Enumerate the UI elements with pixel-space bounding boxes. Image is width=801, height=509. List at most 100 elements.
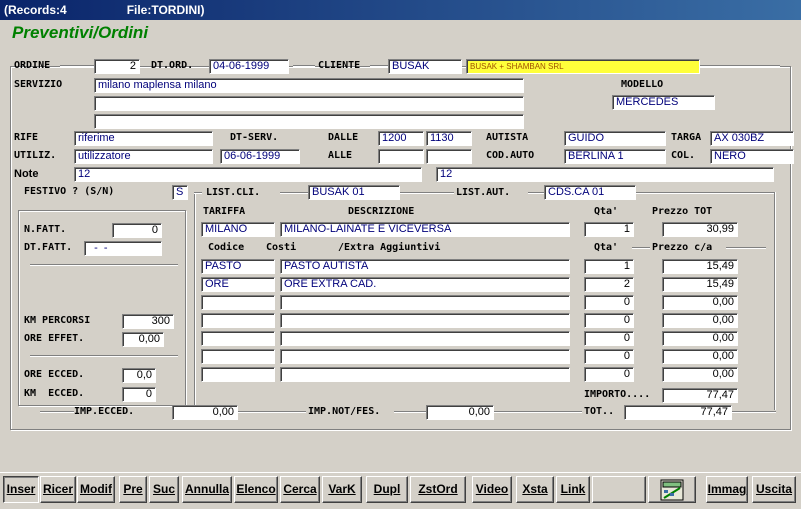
km-percorsi-field[interactable]: 300 [122, 314, 174, 329]
modello-field[interactable]: MERCEDES [612, 95, 715, 110]
alle-to-field[interactable] [426, 149, 472, 164]
extra-desc-field[interactable] [280, 313, 570, 328]
extra-desc-field[interactable]: PASTO AUTISTA [280, 259, 570, 274]
list-aut-field[interactable]: CDS.CA 01 [544, 185, 636, 200]
tariffa-code-field[interactable]: MILANO [201, 222, 275, 237]
n-fatt-field[interactable]: 0 [112, 223, 162, 238]
vark-button[interactable]: VarK [322, 476, 362, 503]
cod-auto-field[interactable]: BERLINA 1 [564, 149, 666, 164]
tariffa-desc-field[interactable]: MILANO-LAINATE E VICEVERSA [280, 222, 570, 237]
targa-field[interactable]: AX 030BZ [710, 131, 794, 146]
calculator-icon [660, 479, 684, 501]
tariffa-prezzo-field[interactable]: 30,99 [662, 222, 738, 237]
tariffa-header: TARIFFA [203, 206, 246, 217]
extra-header: /Extra Aggiuntivi [338, 242, 441, 253]
ore-ecced-field[interactable]: 0,0 [122, 368, 156, 383]
rife-label: RIFE [14, 132, 39, 143]
servizio-line-2[interactable] [94, 96, 524, 111]
extra-code-field[interactable] [201, 331, 275, 346]
extra-qta-field[interactable]: 0 [584, 349, 634, 364]
extra-code-field[interactable] [201, 313, 275, 328]
sep [774, 192, 776, 410]
extra-desc-field[interactable] [280, 295, 570, 310]
extra-prezzo-field[interactable]: 0,00 [662, 349, 738, 364]
extra-qta-field[interactable]: 0 [584, 367, 634, 382]
ricer-button[interactable]: Ricer [40, 476, 76, 503]
festivo-field[interactable]: S [172, 185, 188, 200]
extra-prezzo-field[interactable]: 0,00 [662, 295, 738, 310]
extra-qta-field[interactable]: 0 [584, 331, 634, 346]
cliente-name-field[interactable]: BUSAK + SHAMBAN SRL [466, 59, 700, 74]
video-button[interactable]: Video [472, 476, 512, 503]
sep [194, 192, 202, 194]
extra-code-field[interactable]: ORE [201, 277, 275, 292]
col-field[interactable]: NERO [710, 149, 794, 164]
blank-button[interactable] [592, 476, 646, 503]
uscita-button[interactable]: Uscita [752, 476, 796, 503]
dalle-from-field[interactable]: 1200 [378, 131, 424, 146]
importo-field[interactable]: 77,47 [662, 388, 738, 403]
sep [370, 65, 388, 67]
extra-desc-field[interactable] [280, 367, 570, 382]
immag-button[interactable]: Immag [706, 476, 748, 503]
suc-button[interactable]: Suc [149, 476, 179, 503]
alle-from-field[interactable] [378, 149, 424, 164]
extra-desc-field[interactable] [280, 349, 570, 364]
extra-code-field[interactable]: PASTO [201, 259, 275, 274]
list-cli-field[interactable]: BUSAK 01 [308, 185, 400, 200]
cerca-button[interactable]: Cerca [280, 476, 320, 503]
ordine-field[interactable]: 2 [94, 59, 140, 74]
utiliz-field[interactable]: utilizzatore [74, 149, 213, 164]
imp-ecced-label: IMP.ECCED. [74, 406, 135, 417]
codice-header: Codice [208, 242, 245, 253]
sep [528, 192, 544, 194]
extra-qta-field[interactable]: 0 [584, 313, 634, 328]
extra-desc-field[interactable] [280, 331, 570, 346]
zstord-button[interactable]: ZstOrd [410, 476, 466, 503]
note-field-2[interactable]: 12 [436, 167, 774, 182]
autista-field[interactable]: GUIDO [564, 131, 666, 146]
extra-qta-field[interactable]: 1 [584, 259, 634, 274]
extra-prezzo-field[interactable]: 0,00 [662, 367, 738, 382]
extra-qta-field[interactable]: 0 [584, 295, 634, 310]
dt-ord-field[interactable]: 04-06-1999 [209, 59, 289, 74]
utiliz-label: UTILIZ. [14, 150, 57, 161]
extra-code-field[interactable] [201, 367, 275, 382]
dt-fatt-field[interactable]: - - [84, 241, 162, 256]
elenco-button[interactable]: Elenco [234, 476, 278, 503]
dt-serv-field[interactable]: 06-06-1999 [220, 149, 300, 164]
extra-prezzo-field[interactable]: 0,00 [662, 331, 738, 346]
imp-not-fes-field[interactable]: 0,00 [426, 405, 494, 420]
targa-label: TARGA [671, 132, 702, 143]
extra-prezzo-field[interactable]: 0,00 [662, 313, 738, 328]
km-ecced-field[interactable]: 0 [122, 387, 156, 402]
note-label: Note [14, 168, 39, 180]
calculator-button[interactable] [648, 476, 696, 503]
dalle-to-field[interactable]: 1130 [426, 131, 472, 146]
note-field-1[interactable]: 12 [74, 167, 422, 182]
xsta-button[interactable]: Xsta [516, 476, 554, 503]
cliente-code-field[interactable]: BUSAK [388, 59, 462, 74]
tariffa-qta-field[interactable]: 1 [584, 222, 634, 237]
pre-button[interactable]: Pre [119, 476, 147, 503]
servizio-line-1[interactable]: milano maplensa milano [94, 78, 524, 93]
servizio-line-3[interactable] [94, 114, 524, 129]
rife-field[interactable]: riferime [74, 131, 213, 146]
servizio-label: SERVIZIO [14, 79, 63, 90]
extra-qta-field[interactable]: 2 [584, 277, 634, 292]
link-button[interactable]: Link [556, 476, 590, 503]
sep [394, 411, 426, 413]
extra-code-field[interactable] [201, 295, 275, 310]
extra-desc-field[interactable]: ORE EXTRA CAD. [280, 277, 570, 292]
annulla-button[interactable]: Annulla [182, 476, 232, 503]
inser-button[interactable]: Inser [3, 476, 39, 503]
extra-prezzo-field[interactable]: 15,49 [662, 259, 738, 274]
ore-effet-field[interactable]: 0,00 [122, 332, 164, 347]
modif-button[interactable]: Modif [77, 476, 115, 503]
sep [700, 65, 780, 67]
tot-field[interactable]: 77,47 [624, 405, 732, 420]
extra-prezzo-field[interactable]: 15,49 [662, 277, 738, 292]
imp-ecced-field[interactable]: 0,00 [172, 405, 238, 420]
extra-code-field[interactable] [201, 349, 275, 364]
dupl-button[interactable]: Dupl [366, 476, 408, 503]
